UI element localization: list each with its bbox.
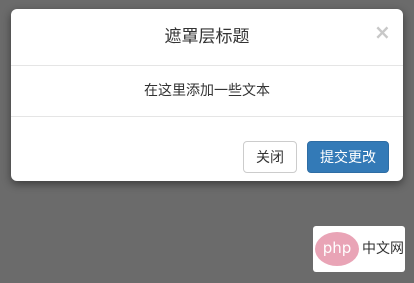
modal-body-text: 在这里添加一些文本: [144, 83, 270, 99]
modal-header: 遮罩层标题 ×: [11, 9, 403, 66]
submit-changes-button[interactable]: 提交更改: [307, 141, 389, 173]
watermark-site-text: 中文网: [362, 241, 404, 257]
modal-title: 遮罩层标题: [164, 27, 250, 47]
close-button[interactable]: 关闭: [243, 141, 297, 173]
modal-dialog: 遮罩层标题 × 在这里添加一些文本 关闭 提交更改: [11, 9, 403, 181]
site-watermark: php 中文网: [313, 226, 405, 272]
modal-body: 在这里添加一些文本: [11, 66, 403, 117]
close-icon[interactable]: ×: [374, 22, 391, 42]
modal-footer: 关闭 提交更改: [11, 117, 403, 181]
php-logo: php: [315, 232, 359, 266]
